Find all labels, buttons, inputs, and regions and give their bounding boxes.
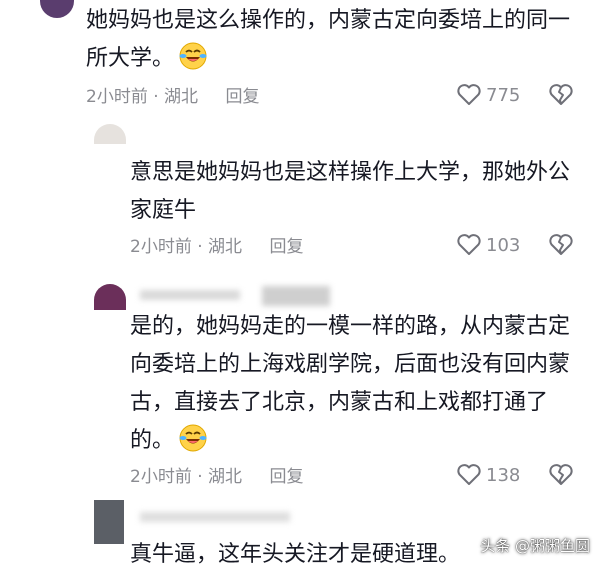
comment-meta: 2小时前 · 湖北 回复 <box>130 462 303 488</box>
location: · 湖北 <box>197 237 243 257</box>
laughing-tears-emoji <box>178 423 208 453</box>
broken-heart-icon <box>549 234 573 255</box>
heart-icon <box>457 84 481 105</box>
heart-icon <box>457 234 481 255</box>
comment-meta: 2小时前 · 湖北 回复 <box>86 82 259 108</box>
watermark: 头条 @粥粥鱼圆 <box>480 537 590 555</box>
reply-button[interactable]: 回复 <box>225 82 259 107</box>
dislike-button[interactable] <box>548 230 574 260</box>
avatar[interactable] <box>94 500 124 544</box>
location: · 湖北 <box>197 467 243 487</box>
reply-button[interactable]: 回复 <box>269 462 303 487</box>
avatar[interactable] <box>40 0 74 18</box>
location: · 湖北 <box>153 87 199 107</box>
comment-meta: 2小时前 · 湖北 回复 <box>130 232 303 258</box>
username-redacted <box>140 290 240 300</box>
broken-heart-icon <box>549 84 573 105</box>
like-count: 775 <box>486 84 521 106</box>
like-count: 138 <box>486 464 521 486</box>
heart-icon <box>457 464 481 485</box>
comment-text: 是的，她妈妈走的一模一样的路，从内蒙古定 向委培上的上海戏剧学院，后面也没有回内… <box>130 314 571 453</box>
avatar[interactable] <box>94 284 126 310</box>
username-redacted <box>262 286 330 306</box>
like-button[interactable]: 103 <box>456 230 520 260</box>
avatar[interactable] <box>94 124 126 144</box>
laughing-tears-emoji <box>178 41 208 71</box>
dislike-button[interactable] <box>548 460 574 490</box>
like-count: 103 <box>486 234 521 256</box>
comment-text: 意思是她妈妈也是这样操作上大学，那她外公 家庭牛 <box>130 160 571 223</box>
like-button[interactable]: 138 <box>456 460 520 490</box>
timestamp: 2小时前 <box>130 237 192 257</box>
username-redacted <box>140 512 290 522</box>
dislike-button[interactable] <box>548 80 574 110</box>
like-button[interactable]: 775 <box>456 80 520 110</box>
timestamp: 2小时前 <box>130 467 192 487</box>
comment-text: 她妈妈也是这么操作的，内蒙古定向委培上的同一 所大学。 <box>86 8 571 71</box>
broken-heart-icon <box>549 464 573 485</box>
timestamp: 2小时前 <box>86 87 148 107</box>
reply-button[interactable]: 回复 <box>269 232 303 257</box>
